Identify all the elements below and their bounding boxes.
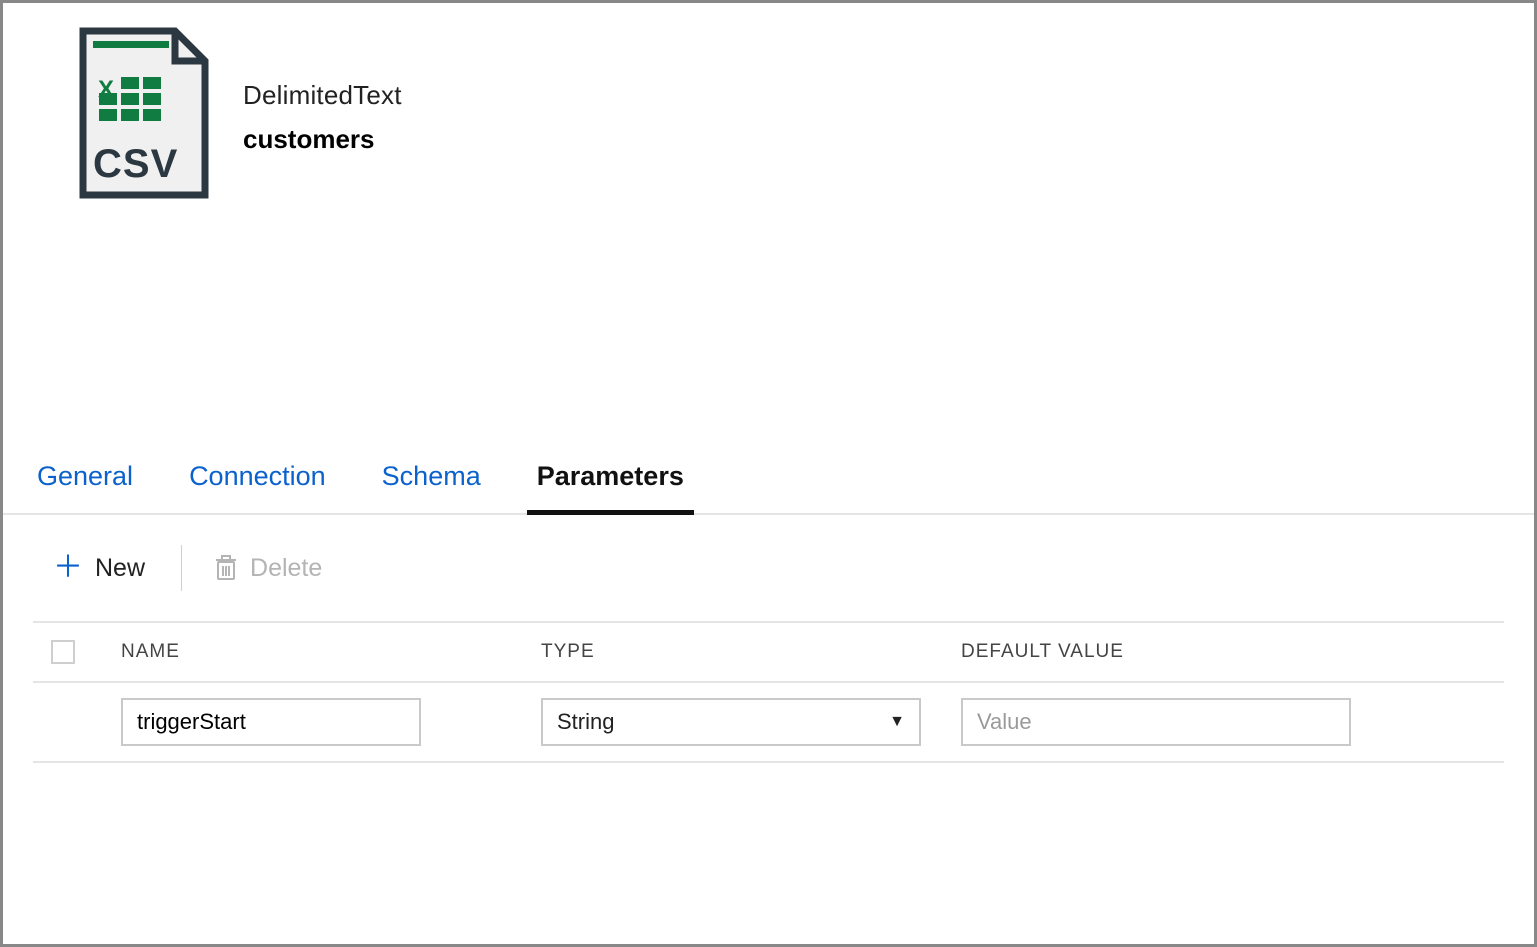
dataset-type-label: DelimitedText	[243, 73, 402, 117]
tab-connection[interactable]: Connection	[185, 459, 330, 513]
csv-badge-text: CSV	[93, 142, 178, 186]
table-row: String ▼	[33, 683, 1504, 763]
column-header-default: DEFAULT VALUE	[961, 641, 1381, 663]
toolbar-divider	[181, 545, 182, 591]
csv-file-icon: X CSV	[79, 27, 209, 199]
select-all-checkbox[interactable]	[51, 640, 75, 664]
delete-button: Delete	[214, 554, 322, 583]
dataset-editor-frame: X CSV DelimitedText customers General Co…	[0, 0, 1537, 947]
chevron-down-icon: ▼	[889, 713, 905, 731]
tab-schema[interactable]: Schema	[378, 459, 485, 513]
tab-bar: General Connection Schema Parameters	[3, 459, 1534, 515]
column-header-name: NAME	[121, 641, 541, 663]
column-header-type: TYPE	[541, 641, 961, 663]
param-default-input[interactable]	[961, 698, 1351, 746]
plus-icon: ＋	[53, 553, 83, 583]
dataset-header: X CSV DelimitedText customers	[3, 3, 1534, 199]
parameters-toolbar: ＋ New Delete	[3, 515, 1534, 621]
tab-general[interactable]: General	[33, 459, 137, 513]
table-header: NAME TYPE DEFAULT VALUE	[33, 621, 1504, 683]
trash-icon	[214, 554, 238, 582]
new-button[interactable]: ＋ New	[53, 553, 145, 583]
dataset-name: customers	[243, 117, 402, 161]
param-name-input[interactable]	[121, 698, 421, 746]
param-type-value: String	[557, 709, 614, 735]
new-button-label: New	[95, 554, 145, 583]
parameters-table: NAME TYPE DEFAULT VALUE String ▼	[33, 621, 1504, 763]
dataset-title-block: DelimitedText customers	[243, 27, 402, 161]
delete-button-label: Delete	[250, 554, 322, 583]
tab-parameters[interactable]: Parameters	[533, 459, 688, 513]
param-type-select[interactable]: String ▼	[541, 698, 921, 746]
